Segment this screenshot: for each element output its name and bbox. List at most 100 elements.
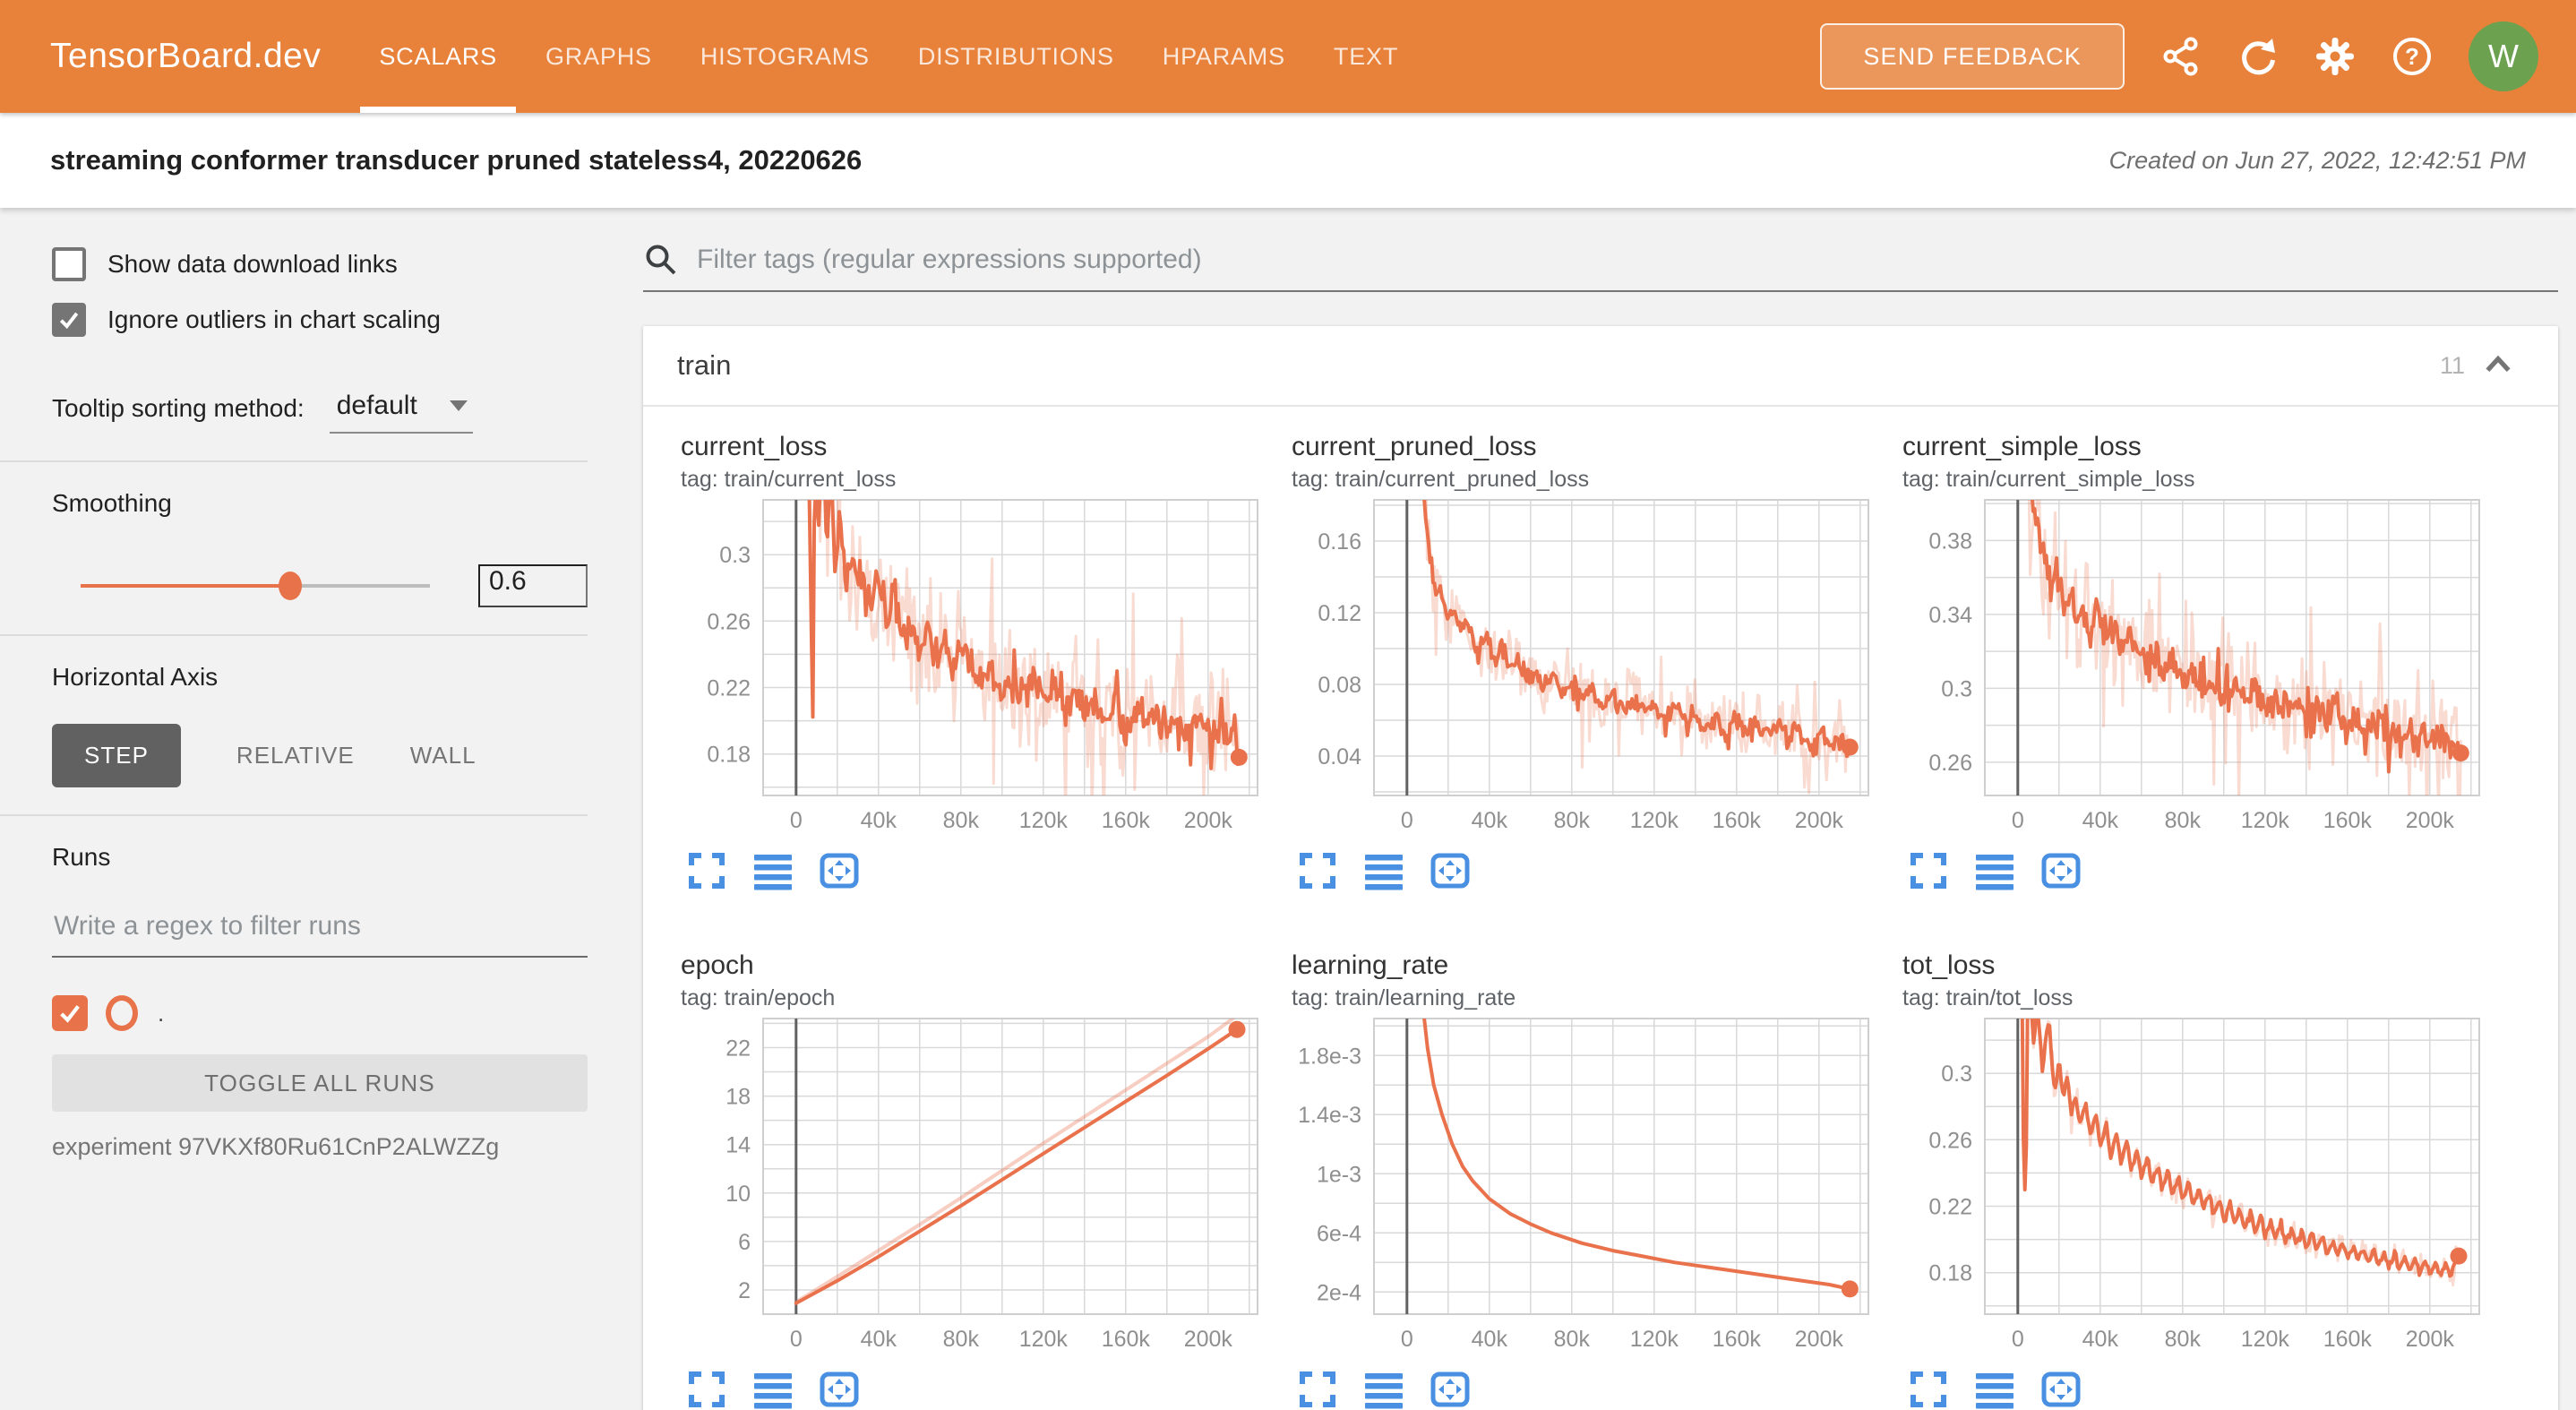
svg-text:120k: 120k: [1630, 1327, 1679, 1352]
svg-text:120k: 120k: [1019, 808, 1069, 833]
ignore-outliers-checkbox[interactable]: [52, 303, 86, 337]
data-table-icon[interactable]: [1974, 850, 2015, 891]
tab-label: SCALARS: [379, 43, 497, 71]
smoothing-value-input[interactable]: [478, 564, 588, 607]
show-download-links-checkbox[interactable]: [52, 247, 86, 281]
tab-label: DISTRIBUTIONS: [918, 43, 1114, 71]
svg-text:120k: 120k: [2241, 1327, 2290, 1352]
smoothing-label: Smoothing: [52, 489, 588, 518]
chart-plot[interactable]: 040k80k120k160k200k2e-46e-41e-31.4e-31.8…: [1292, 1015, 1874, 1360]
svg-text:6e-4: 6e-4: [1317, 1221, 1361, 1246]
fit-to-data-icon[interactable]: [2040, 1369, 2082, 1410]
svg-text:160k: 160k: [1713, 808, 1762, 833]
settings-sidebar: Show data download links Ignore outliers…: [0, 208, 627, 1410]
chart-plot[interactable]: 040k80k120k160k200k2610141822: [681, 1015, 1263, 1360]
svg-text:40k: 40k: [2082, 1327, 2119, 1352]
svg-text:0.3: 0.3: [719, 543, 751, 568]
tooltip-sorting-value: default: [337, 391, 417, 421]
tab-scalars[interactable]: SCALARS: [355, 0, 521, 113]
svg-text:160k: 160k: [2323, 808, 2373, 833]
ignore-outliers-row[interactable]: Ignore outliers in chart scaling: [52, 303, 588, 337]
tag-filter-input[interactable]: [697, 245, 2558, 275]
chart-card-current-simple-loss: current_simple_loss tag: train/current_s…: [1902, 432, 2485, 891]
svg-text:0: 0: [790, 808, 803, 833]
svg-text:0: 0: [1401, 808, 1413, 833]
chart-actions: [686, 1369, 1263, 1410]
svg-text:0.3: 0.3: [1941, 676, 1972, 701]
section-title: train: [677, 349, 731, 382]
axis-step-button[interactable]: STEP: [52, 724, 181, 787]
settings-gear-icon[interactable]: [2314, 36, 2356, 77]
chart-plot[interactable]: 040k80k120k160k200k0.040.080.120.16: [1292, 496, 1874, 841]
fullscreen-icon[interactable]: [1297, 1369, 1338, 1410]
divider: [0, 814, 588, 816]
svg-text:0: 0: [2012, 808, 2024, 833]
fullscreen-icon[interactable]: [686, 1369, 727, 1410]
svg-text:0.38: 0.38: [1928, 529, 1972, 554]
tab-label: HPARAMS: [1163, 43, 1285, 71]
chart-title: current_simple_loss: [1902, 432, 2485, 462]
chart-plot[interactable]: 040k80k120k160k200k0.180.220.260.3: [681, 496, 1263, 841]
data-table-icon[interactable]: [752, 1369, 794, 1410]
app-logo[interactable]: TensorBoard.dev: [50, 37, 321, 76]
svg-text:160k: 160k: [1102, 808, 1151, 833]
tab-label: HISTOGRAMS: [700, 43, 870, 71]
train-section-header[interactable]: train 11: [643, 326, 2558, 407]
train-section-card: train 11 current_loss tag: train/current…: [643, 326, 2558, 1410]
avatar[interactable]: W: [2469, 21, 2538, 91]
tab-graphs[interactable]: GRAPHS: [521, 0, 676, 113]
section-chart-count: 11: [2440, 352, 2465, 380]
fit-to-data-icon[interactable]: [819, 850, 860, 891]
fit-to-data-icon[interactable]: [2040, 850, 2082, 891]
chart-actions: [1297, 850, 1874, 891]
tooltip-sorting-label: Tooltip sorting method:: [52, 394, 305, 434]
fullscreen-icon[interactable]: [1908, 850, 1949, 891]
tab-distributions[interactable]: DISTRIBUTIONS: [894, 0, 1138, 113]
svg-text:40k: 40k: [861, 808, 897, 833]
fullscreen-icon[interactable]: [1297, 850, 1338, 891]
svg-text:0.34: 0.34: [1928, 603, 1972, 628]
tab-hparams[interactable]: HPARAMS: [1138, 0, 1309, 113]
help-icon[interactable]: ?: [2391, 36, 2433, 77]
svg-text:1e-3: 1e-3: [1317, 1162, 1361, 1187]
smoothing-slider-handle[interactable]: [279, 572, 302, 600]
runs-filter-input[interactable]: [52, 911, 588, 958]
tab-histograms[interactable]: HISTOGRAMS: [676, 0, 894, 113]
fit-to-data-icon[interactable]: [819, 1369, 860, 1410]
svg-text:2: 2: [738, 1278, 751, 1303]
fit-to-data-icon[interactable]: [1430, 850, 1471, 891]
show-download-links-label: Show data download links: [107, 250, 398, 279]
ignore-outliers-label: Ignore outliers in chart scaling: [107, 305, 441, 334]
run-checkbox[interactable]: [52, 995, 88, 1031]
svg-text:0.08: 0.08: [1318, 673, 1361, 698]
data-table-icon[interactable]: [752, 850, 794, 891]
axis-wall-button[interactable]: WALL: [410, 742, 477, 769]
search-icon: [643, 242, 679, 278]
toggle-all-runs-button[interactable]: TOGGLE ALL RUNS: [52, 1054, 588, 1112]
horizontal-axis-label: Horizontal Axis: [52, 663, 588, 692]
svg-text:0: 0: [2012, 1327, 2024, 1352]
refresh-icon[interactable]: [2237, 36, 2279, 77]
fit-to-data-icon[interactable]: [1430, 1369, 1471, 1410]
chevron-down-icon: [450, 400, 468, 411]
data-table-icon[interactable]: [1974, 1369, 2015, 1410]
svg-text:14: 14: [726, 1133, 751, 1158]
show-download-links-row[interactable]: Show data download links: [52, 247, 588, 281]
chart-plot[interactable]: 040k80k120k160k200k0.180.220.260.3: [1902, 1015, 2485, 1360]
smoothing-slider[interactable]: [81, 584, 430, 588]
data-table-icon[interactable]: [1363, 1369, 1404, 1410]
tooltip-sorting-select[interactable]: default: [330, 391, 473, 434]
chevron-up-icon[interactable]: [2481, 348, 2515, 383]
chart-title: tot_loss: [1902, 950, 2485, 981]
svg-text:40k: 40k: [2082, 808, 2119, 833]
fullscreen-icon[interactable]: [686, 850, 727, 891]
svg-text:0.3: 0.3: [1941, 1062, 1972, 1087]
send-feedback-button[interactable]: SEND FEEDBACK: [1820, 23, 2125, 90]
tab-text[interactable]: TEXT: [1309, 0, 1422, 113]
fullscreen-icon[interactable]: [1908, 1369, 1949, 1410]
axis-relative-button[interactable]: RELATIVE: [236, 742, 355, 769]
share-icon[interactable]: [2160, 36, 2202, 77]
chart-plot[interactable]: 040k80k120k160k200k0.260.30.340.38: [1902, 496, 2485, 841]
data-table-icon[interactable]: [1363, 850, 1404, 891]
svg-text:6: 6: [738, 1230, 751, 1255]
